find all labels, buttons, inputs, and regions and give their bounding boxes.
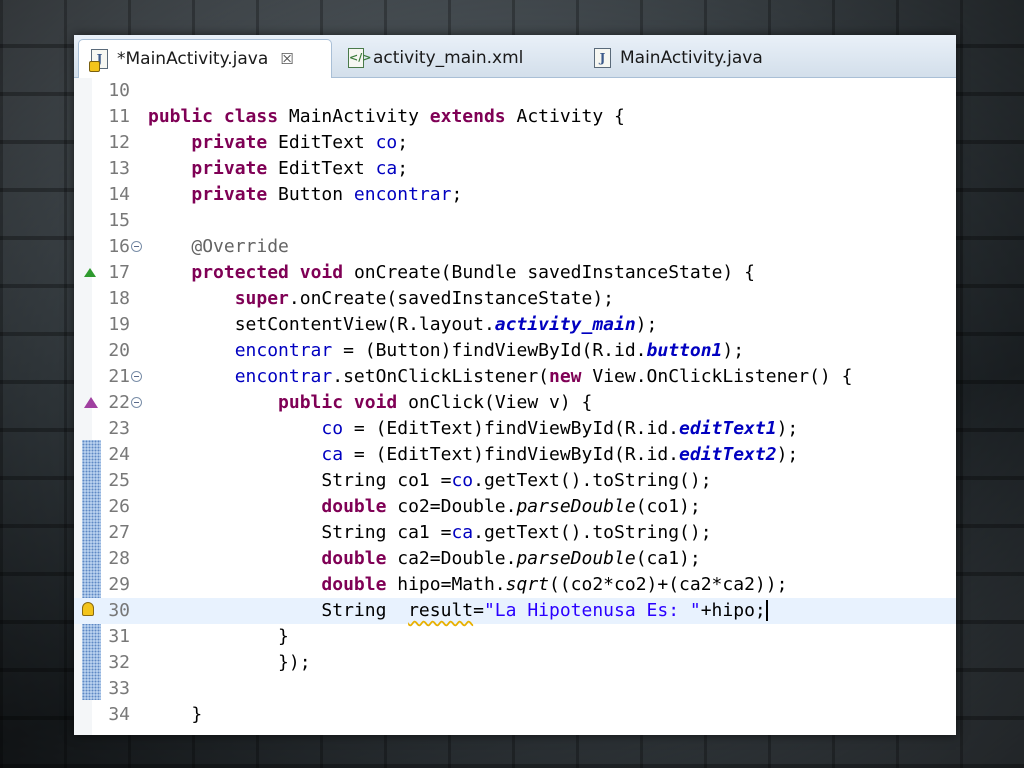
- line-number: 22: [108, 392, 130, 413]
- code-line-17[interactable]: 17 protected void onCreate(Bundle savedI…: [74, 260, 956, 286]
- tab-label: *MainActivity.java: [117, 49, 269, 69]
- line-number: 23: [108, 418, 130, 439]
- line-number: 15: [108, 210, 130, 231]
- code-text: super.onCreate(savedInstanceState);: [234, 288, 614, 309]
- code-text: private EditText co;: [191, 132, 409, 153]
- code-line-26[interactable]: 26 double co2=Double.parseDouble(co1);: [74, 494, 956, 520]
- collapse-fold-icon[interactable]: [131, 241, 142, 252]
- code-text: @Override: [191, 236, 289, 257]
- code-text: String co1 =co.getText().toString();: [148, 470, 712, 491]
- code-line-27[interactable]: 27 String ca1 =ca.getText().toString();: [74, 520, 956, 546]
- code-text: setContentView(R.layout.activity_main);: [148, 314, 658, 335]
- eclipse-editor-window: J *MainActivity.java ☒ </> activity_main…: [74, 35, 956, 735]
- code-line-22[interactable]: 22 public void onClick(View v) {: [74, 390, 956, 416]
- line-number: 27: [108, 522, 130, 543]
- code-text: String result="La Hipotenusa Es: "+hipo;: [148, 600, 768, 621]
- code-text: encontrar = (Button)findViewById(R.id.bu…: [234, 340, 745, 361]
- code-text: double co2=Double.parseDouble(co1);: [321, 496, 701, 517]
- code-text: co = (EditText)findViewById(R.id.editTex…: [321, 418, 799, 439]
- tab-main-activity-modified[interactable]: J *MainActivity.java ☒: [78, 39, 332, 78]
- line-number: 31: [108, 626, 130, 647]
- code-line-25[interactable]: 25 String co1 =co.getText().toString();: [74, 468, 956, 494]
- line-number: 12: [108, 132, 130, 153]
- code-line-13[interactable]: 13 private EditText ca;: [74, 156, 956, 182]
- code-text: String ca1 =ca.getText().toString();: [148, 522, 712, 543]
- line-number: 10: [108, 80, 130, 101]
- line-number: 19: [108, 314, 130, 335]
- java-file-icon: J: [594, 48, 611, 68]
- line-number: 26: [108, 496, 130, 517]
- code-line-32[interactable]: 32 });: [74, 650, 956, 676]
- line-number: 30: [108, 600, 130, 621]
- editor-tab-bar: J *MainActivity.java ☒ </> activity_main…: [74, 35, 956, 78]
- tab-label: MainActivity.java: [620, 48, 763, 68]
- line-number: 16: [108, 236, 130, 257]
- tab-main-activity[interactable]: J MainActivity.java: [582, 39, 812, 77]
- code-text: public class MainActivity extends Activi…: [148, 106, 625, 127]
- code-line-24[interactable]: 24 ca = (EditText)findViewById(R.id.edit…: [74, 442, 956, 468]
- warning-badge-icon: [89, 61, 100, 72]
- code-text: private EditText ca;: [191, 158, 409, 179]
- code-line-11[interactable]: 11 public class MainActivity extends Acti…: [74, 104, 956, 130]
- code-line-15[interactable]: 15: [74, 208, 956, 234]
- code-line-10[interactable]: 10: [74, 78, 956, 104]
- code-text: }: [148, 626, 289, 647]
- code-line-14[interactable]: 14 private Button encontrar;: [74, 182, 956, 208]
- line-number: 18: [108, 288, 130, 309]
- code-line-29[interactable]: 29 double hipo=Math.sqrt((co2*co2)+(ca2*…: [74, 572, 956, 598]
- line-number: 20: [108, 340, 130, 361]
- code-text: public void onClick(View v) {: [278, 392, 593, 413]
- line-number: 25: [108, 470, 130, 491]
- code-line-28[interactable]: 28 double ca2=Double.parseDouble(ca1);: [74, 546, 956, 572]
- collapse-fold-icon[interactable]: [131, 371, 142, 382]
- code-line-19[interactable]: 19 setContentView(R.layout.activity_main…: [74, 312, 956, 338]
- code-text: double hipo=Math.sqrt((co2*co2)+(ca2*ca2…: [321, 574, 788, 595]
- code-line-33[interactable]: 33: [74, 676, 956, 702]
- code-line-31[interactable]: 31 }: [74, 624, 956, 650]
- code-text: double ca2=Double.parseDouble(ca1);: [321, 548, 701, 569]
- code-text: encontrar.setOnClickListener(new View.On…: [234, 366, 853, 387]
- line-number: 33: [108, 678, 130, 699]
- text-caret: [765, 600, 768, 621]
- line-number: 28: [108, 548, 130, 569]
- collapse-fold-icon[interactable]: [131, 397, 142, 408]
- code-text: protected void onCreate(Bundle savedInst…: [191, 262, 755, 283]
- xml-file-icon: </>: [348, 48, 371, 68]
- line-number: 21: [108, 366, 130, 387]
- code-line-30[interactable]: 30 String result="La Hipotenusa Es: "+hi…: [74, 598, 956, 624]
- tab-label: activity_main.xml: [373, 48, 524, 68]
- java-file-icon: J: [89, 49, 108, 72]
- code-line-20[interactable]: 20 encontrar = (Button)findViewById(R.id…: [74, 338, 956, 364]
- code-line-23[interactable]: 23 co = (EditText)findViewById(R.id.edit…: [74, 416, 956, 442]
- tab-activity-main-xml[interactable]: </> activity_main.xml: [336, 39, 576, 77]
- code-line-21[interactable]: 21 encontrar.setOnClickListener(new View…: [74, 364, 956, 390]
- code-editor[interactable]: 10 11 public class MainActivity extends Ac…: [74, 78, 956, 735]
- line-number: 32: [108, 652, 130, 673]
- code-text: ca = (EditText)findViewById(R.id.editTex…: [321, 444, 799, 465]
- line-number: 14: [108, 184, 130, 205]
- code-line-12[interactable]: 12 private EditText co;: [74, 130, 956, 156]
- code-line-18[interactable]: 18 super.onCreate(savedInstanceState);: [74, 286, 956, 312]
- code-text: });: [148, 652, 311, 673]
- close-tab-icon[interactable]: ☒: [280, 50, 293, 68]
- line-number: 24: [108, 444, 130, 465]
- code-line-16[interactable]: 16 @Override: [74, 234, 956, 260]
- code-text: private Button encontrar;: [191, 184, 463, 205]
- line-number: 13: [108, 158, 130, 179]
- line-number: 29: [108, 574, 130, 595]
- code-text: }: [148, 704, 203, 725]
- line-number: 17: [108, 262, 130, 283]
- line-number: 34: [108, 704, 130, 725]
- code-line-34[interactable]: 34 }: [74, 702, 956, 728]
- line-number: 11: [108, 106, 130, 127]
